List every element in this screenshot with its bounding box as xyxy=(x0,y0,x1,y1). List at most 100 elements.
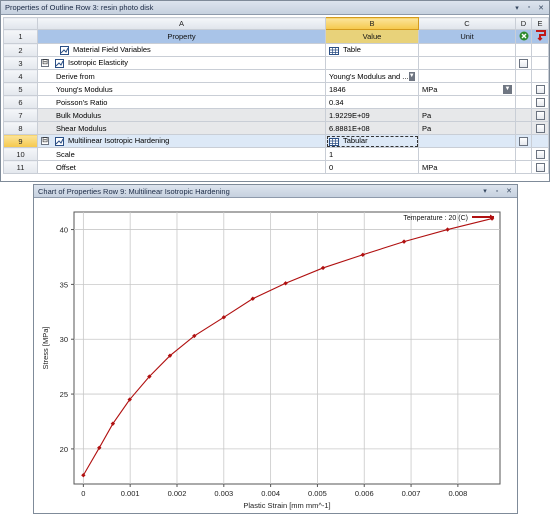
collapse-toggle[interactable]: ⊟ xyxy=(41,59,49,68)
property-cell[interactable]: Material Field Variables xyxy=(37,43,326,57)
table-chart-icon xyxy=(60,45,69,55)
suppress-checkbox[interactable] xyxy=(519,136,528,146)
row-number[interactable]: 1 xyxy=(3,29,38,44)
property-cell[interactable]: Derive from xyxy=(37,69,326,83)
row-number[interactable]: 11 xyxy=(3,160,38,174)
property-cell[interactable]: Offset xyxy=(37,160,326,174)
legend-label: Temperature : 20 (C) xyxy=(403,215,468,222)
value-cell[interactable]: 0 xyxy=(325,160,419,174)
y-axis-label: Stress [MPa] xyxy=(41,327,50,370)
unit-cell[interactable] xyxy=(418,56,516,70)
unit-header: Unit xyxy=(418,29,516,44)
parameter-checkbox[interactable] xyxy=(535,149,545,159)
y-tick-label: 25 xyxy=(60,390,68,399)
value-header: Value xyxy=(325,29,419,44)
chart-titlebar: Chart of Properties Row 9: Multilinear I… xyxy=(34,185,517,198)
e-cell xyxy=(531,147,549,161)
value-cell[interactable]: 0.34 xyxy=(325,95,419,109)
suppress-checkbox[interactable] xyxy=(519,58,528,68)
properties-panel: Properties of Outline Row 3: resin photo… xyxy=(0,0,550,182)
property-cell[interactable]: Scale xyxy=(37,147,326,161)
table-row[interactable]: 3 ⊟ Isotropic Elasticity xyxy=(3,56,549,70)
value-cell[interactable] xyxy=(325,56,419,70)
chart-restore-button[interactable]: ▫ xyxy=(492,187,502,196)
property-cell[interactable]: ⊟ Isotropic Elasticity xyxy=(37,56,326,70)
properties-titlebar: Properties of Outline Row 3: resin photo… xyxy=(1,1,549,15)
unit-cell: Pa xyxy=(418,108,516,122)
row-number[interactable]: 6 xyxy=(3,95,38,109)
parameter-checkbox[interactable] xyxy=(535,84,545,94)
value-cell[interactable]: Tabular xyxy=(325,134,419,148)
value-cell[interactable]: 1 xyxy=(325,147,419,161)
column-c-header[interactable]: C xyxy=(418,17,516,30)
row-number[interactable]: 8 xyxy=(3,121,38,135)
unit-value: MPa xyxy=(422,84,438,94)
x-tick-label: 0.007 xyxy=(402,489,421,498)
table-row[interactable]: 5 Young's Modulus 1846 MPa ▼ xyxy=(3,82,549,96)
row-number[interactable]: 2 xyxy=(3,43,38,57)
parameter-flag-icon[interactable] xyxy=(535,30,546,41)
e-cell xyxy=(531,82,549,96)
column-a-header[interactable]: A xyxy=(37,17,326,30)
panel-menu-button[interactable]: ▾ xyxy=(512,3,522,12)
panel-close-button[interactable]: ✕ xyxy=(536,3,546,12)
unit-cell[interactable]: MPa xyxy=(418,160,516,174)
row-number[interactable]: 9 xyxy=(3,134,38,148)
chevron-down-icon[interactable]: ▼ xyxy=(408,72,415,81)
row-number[interactable]: 10 xyxy=(3,147,38,161)
column-e-header[interactable]: E xyxy=(531,17,549,30)
property-cell[interactable]: Poisson's Ratio xyxy=(37,95,326,109)
table-row[interactable]: 6 Poisson's Ratio 0.34 xyxy=(3,95,549,109)
row-number[interactable]: 7 xyxy=(3,108,38,122)
table-row[interactable]: 11 Offset 0 MPa xyxy=(3,160,549,174)
value-text: Tabular xyxy=(343,136,368,146)
d-cell xyxy=(515,82,532,96)
value-text: Table xyxy=(343,45,361,55)
row-number[interactable]: 4 xyxy=(3,69,38,83)
table-row[interactable]: 10 Scale 1 xyxy=(3,147,549,161)
parameter-checkbox[interactable] xyxy=(535,123,545,133)
delete-icon-cell xyxy=(515,29,532,44)
chart-menu-button[interactable]: ▾ xyxy=(480,187,490,196)
delete-icon[interactable] xyxy=(519,31,529,41)
table-row-selected[interactable]: 9 ⊟ Multilinear Isotropic Hardening Tabul… xyxy=(3,134,549,148)
unit-cell[interactable] xyxy=(418,134,516,148)
table-row[interactable]: 8 Shear Modulus 6.8881E+08 Pa xyxy=(3,121,549,135)
x-tick-label: 0.006 xyxy=(355,489,374,498)
collapse-toggle[interactable]: ⊟ xyxy=(41,137,49,146)
row-number[interactable]: 5 xyxy=(3,82,38,96)
chart-close-button[interactable]: ✕ xyxy=(504,187,514,196)
table-header-row: 1 Property Value Unit xyxy=(3,29,549,44)
unit-cell[interactable] xyxy=(418,69,516,83)
parameter-checkbox[interactable] xyxy=(535,97,545,107)
value-cell[interactable]: Table xyxy=(325,43,419,57)
properties-table: A B C D E 1 Property Value Unit 2 Materi… xyxy=(3,17,549,174)
table-row[interactable]: 7 Bulk Modulus 1.9229E+09 Pa xyxy=(3,108,549,122)
property-label: Isotropic Elasticity xyxy=(68,58,129,68)
panel-restore-button[interactable]: ▫ xyxy=(524,3,534,12)
unit-cell[interactable]: MPa ▼ xyxy=(418,82,516,96)
e-cell xyxy=(531,134,549,148)
value-cell[interactable]: Young's Modulus and ... ▼ xyxy=(325,69,419,83)
column-b-header[interactable]: B xyxy=(325,17,419,30)
table-row[interactable]: 2 Material Field Variables Table xyxy=(3,43,549,57)
unit-cell[interactable] xyxy=(418,147,516,161)
x-tick-label: 0.008 xyxy=(448,489,467,498)
stress-strain-chart[interactable]: 0 0.001 0.002 0.003 0.004 0.005 0.006 0.007 0.00… xyxy=(34,198,517,513)
x-tick-label: 0.005 xyxy=(308,489,327,498)
property-cell[interactable]: Young's Modulus xyxy=(37,82,326,96)
unit-cell[interactable] xyxy=(418,95,516,109)
column-d-header[interactable]: D xyxy=(515,17,532,30)
corner-cell[interactable] xyxy=(3,17,38,30)
d-cell xyxy=(515,56,532,70)
d-cell xyxy=(515,69,532,83)
unit-cell[interactable] xyxy=(418,43,516,57)
row-number[interactable]: 3 xyxy=(3,56,38,70)
parameter-checkbox[interactable] xyxy=(535,162,545,172)
chevron-down-icon[interactable]: ▼ xyxy=(503,85,512,94)
parameter-checkbox[interactable] xyxy=(535,110,545,120)
property-cell[interactable]: ⊟ Multilinear Isotropic Hardening xyxy=(37,134,326,148)
value-cell[interactable]: 1846 xyxy=(325,82,419,96)
table-row[interactable]: 4 Derive from Young's Modulus and ... ▼ xyxy=(3,69,549,83)
table-icon xyxy=(329,46,339,55)
